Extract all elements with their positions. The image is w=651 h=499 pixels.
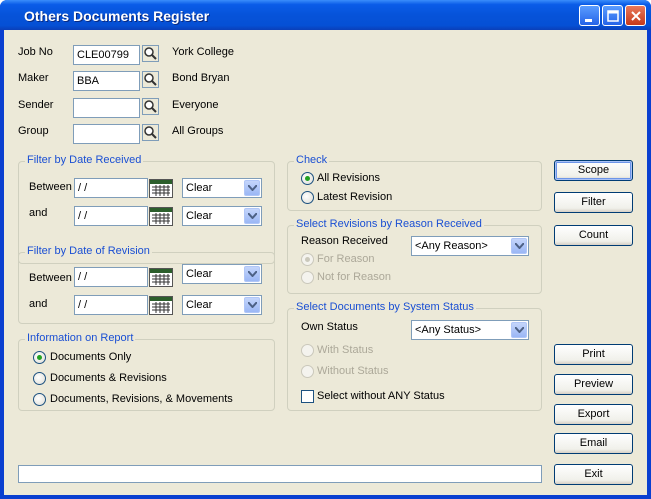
reason-title: Select Revisions by Reason Received <box>294 218 484 230</box>
all-revisions-label[interactable]: All Revisions <box>317 172 380 184</box>
job-no-field[interactable]: CLE00799 <box>73 45 140 65</box>
received-between-combo[interactable]: Clear <box>182 178 262 198</box>
calendar-icon[interactable] <box>149 268 173 287</box>
documents-revisions-label[interactable]: Documents & Revisions <box>50 372 167 384</box>
own-status-label: Own Status <box>301 321 358 333</box>
close-button[interactable] <box>625 5 646 26</box>
chevron-down-icon[interactable] <box>244 297 260 313</box>
select-without-status-checkbox[interactable] <box>301 390 314 403</box>
count-button[interactable]: Count <box>554 225 633 246</box>
latest-revision-label[interactable]: Latest Revision <box>317 191 392 203</box>
maker-desc: Bond Bryan <box>172 72 230 84</box>
reason-received-label: Reason Received <box>301 235 388 247</box>
maker-label: Maker <box>18 72 49 84</box>
close-icon <box>631 11 641 21</box>
sender-label: Sender <box>18 99 54 111</box>
select-without-status-label[interactable]: Select without ANY Status <box>317 390 445 402</box>
chevron-down-icon[interactable] <box>244 266 260 282</box>
date-received-title: Filter by Date Received <box>25 154 144 166</box>
date-revision-title: Filter by Date of Revision <box>25 245 152 257</box>
received-between-date[interactable]: / / <box>74 178 148 198</box>
chevron-down-icon[interactable] <box>511 322 527 338</box>
job-no-desc: York College <box>172 46 234 58</box>
group-lookup-button[interactable] <box>142 124 159 141</box>
revision-and-label: and <box>29 298 48 310</box>
check-group: Check <box>287 154 542 211</box>
filter-button[interactable]: Filter <box>554 192 633 213</box>
revision-and-combo[interactable]: Clear <box>182 295 262 315</box>
documents-only-label[interactable]: Documents Only <box>50 351 131 363</box>
email-button[interactable]: Email <box>554 433 633 454</box>
radio-documents-only[interactable] <box>33 351 46 364</box>
preview-button[interactable]: Preview <box>554 374 633 395</box>
own-status-combo[interactable]: <Any Status> <box>411 320 529 340</box>
received-and-label: and <box>29 207 48 219</box>
job-no-lookup-button[interactable] <box>142 45 159 62</box>
scope-button[interactable]: Scope <box>554 160 633 181</box>
radio-without-status <box>301 365 314 378</box>
revision-and-date[interactable]: / / <box>74 295 148 315</box>
for-reason-label: For Reason <box>317 253 375 265</box>
received-between-label: Between <box>29 181 72 193</box>
title-bar[interactable]: Others Documents Register <box>0 0 651 30</box>
chevron-down-icon[interactable] <box>511 238 527 254</box>
status-title: Select Documents by System Status <box>294 301 476 313</box>
radio-not-for-reason <box>301 271 314 284</box>
magnifier-icon <box>144 47 157 60</box>
maker-field[interactable]: BBA <box>73 71 140 91</box>
minimize-icon <box>585 19 592 22</box>
exit-button[interactable]: Exit <box>554 464 633 485</box>
sender-lookup-button[interactable] <box>142 98 159 115</box>
radio-for-reason <box>301 253 314 266</box>
maximize-icon <box>607 10 619 22</box>
progress-bar <box>18 465 542 483</box>
chevron-down-icon[interactable] <box>244 180 260 196</box>
without-status-label: Without Status <box>317 365 389 377</box>
received-and-combo[interactable]: Clear <box>182 206 262 226</box>
calendar-icon[interactable] <box>149 207 173 226</box>
group-field[interactable] <box>73 124 140 144</box>
window-title: Others Documents Register <box>24 8 210 24</box>
magnifier-icon <box>144 100 157 113</box>
magnifier-icon <box>144 73 157 86</box>
documents-revisions-movements-label[interactable]: Documents, Revisions, & Movements <box>50 393 233 405</box>
magnifier-icon <box>144 126 157 139</box>
group-desc: All Groups <box>172 125 224 137</box>
export-button[interactable]: Export <box>554 404 633 425</box>
radio-documents-revisions-movements[interactable] <box>33 393 46 406</box>
maker-lookup-button[interactable] <box>142 71 159 88</box>
radio-documents-revisions[interactable] <box>33 372 46 385</box>
calendar-icon[interactable] <box>149 296 173 315</box>
chevron-down-icon[interactable] <box>244 208 260 224</box>
radio-latest-revision[interactable] <box>301 191 314 204</box>
job-no-label: Job No <box>18 46 53 58</box>
reason-combo[interactable]: <Any Reason> <box>411 236 529 256</box>
minimize-button[interactable] <box>579 5 600 26</box>
print-button[interactable]: Print <box>554 344 633 365</box>
info-report-title: Information on Report <box>25 332 136 344</box>
revision-between-date[interactable]: / / <box>74 267 148 287</box>
check-title: Check <box>294 154 330 166</box>
not-for-reason-label: Not for Reason <box>317 271 391 283</box>
dialog-client: Job No CLE00799 York College Maker BBA B… <box>4 30 647 495</box>
radio-all-revisions[interactable] <box>301 172 314 185</box>
received-and-date[interactable]: / / <box>74 206 148 226</box>
sender-field[interactable] <box>73 98 140 118</box>
window: Others Documents Register Job No CLE0079… <box>0 0 651 499</box>
with-status-label: With Status <box>317 344 374 356</box>
calendar-icon[interactable] <box>149 179 173 198</box>
revision-between-combo[interactable]: Clear <box>182 264 262 284</box>
sender-desc: Everyone <box>172 99 219 111</box>
radio-with-status <box>301 344 314 357</box>
group-label: Group <box>18 125 49 137</box>
maximize-button[interactable] <box>602 5 623 26</box>
revision-between-label: Between <box>29 272 72 284</box>
